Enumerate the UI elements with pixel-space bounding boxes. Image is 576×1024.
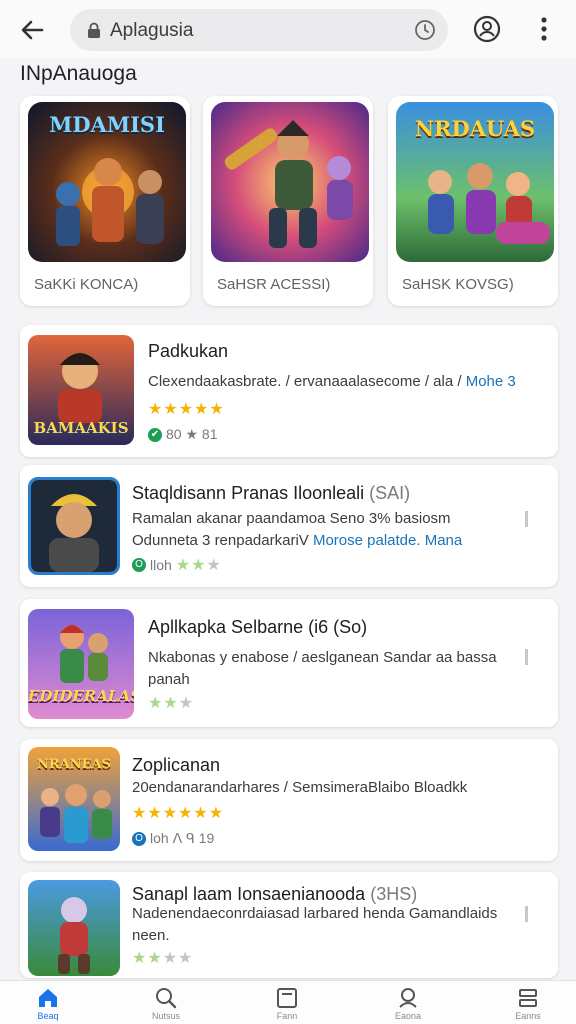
scroll-indicator — [525, 649, 528, 665]
search-icon — [156, 988, 177, 1009]
section-title: INpAnauoga — [20, 62, 137, 85]
featured-label: SaKKi KONCA) — [34, 276, 139, 293]
back-arrow-icon — [21, 20, 44, 40]
featured-card[interactable]: MDAMISI SaKKi KONCA) — [20, 96, 190, 306]
star-icon: ★ — [162, 950, 179, 967]
app-meta: ✔ 80 ★ 81 — [148, 426, 217, 443]
star-icon: ★ — [163, 401, 179, 418]
star-rating: ★★★ — [176, 555, 222, 575]
app-title: Padkukan — [148, 341, 229, 361]
verified-icon: ✔ — [148, 427, 162, 442]
app-description: Nkabonas y enabose / aeslganean Sandar a… — [148, 649, 497, 688]
featured-art — [211, 102, 369, 262]
featured-card[interactable]: NRDAUAS SaHSK KOVSG) — [388, 96, 558, 306]
nav-label: Eanns — [515, 1011, 541, 1021]
featured-art: MDAMISI — [28, 102, 186, 262]
star-icon: ★ — [148, 695, 164, 712]
nav-item-home[interactable]: Beaq — [18, 987, 78, 1024]
featured-label: SaHSR ACESSI) — [217, 276, 331, 293]
app-icon — [28, 477, 120, 575]
star-icon: ★ — [178, 401, 195, 418]
star-icon: ★ — [191, 557, 207, 574]
app-title: Zoplicanan — [132, 755, 221, 775]
star-icon: ★ — [148, 401, 164, 418]
star-icon: ★ — [194, 401, 210, 418]
home-icon — [39, 989, 57, 1007]
url-text: Aplagusia — [110, 20, 194, 41]
featured-card[interactable]: SaHSR ACESSI) — [203, 96, 373, 306]
app-icon-label: NRANEAS — [36, 757, 112, 772]
app-title: Sanapl laam Ionsaenianooda (3HS) — [132, 884, 418, 904]
nav-label: Eaona — [394, 1011, 422, 1021]
nav-label: Beaq — [37, 1011, 59, 1021]
top-bar: Aplagusia — [0, 0, 576, 58]
app-list-item[interactable]: NRANEAS Zoplicanan 20endanarandarhares /… — [20, 739, 558, 861]
app-list-item[interactable]: BAMAAKIS Padkukan Clexendaakasbrate. / e… — [20, 325, 558, 457]
star-icon: ★ — [178, 950, 194, 967]
star-icon: ★ — [147, 950, 163, 967]
star-icon: ★ — [132, 950, 148, 967]
star-rating: ★★★ — [148, 693, 194, 713]
more-vert-icon[interactable] — [536, 14, 552, 44]
account-icon[interactable] — [472, 14, 502, 44]
star-rating: ★★★★ — [132, 948, 193, 968]
app-icon: NRANEAS — [28, 747, 120, 851]
library-icon — [277, 988, 297, 1008]
nav-item-profile[interactable]: Eaona — [378, 987, 438, 1024]
lock-icon — [88, 22, 100, 38]
featured-art-title: MDAMISI — [49, 112, 165, 137]
profile-icon — [399, 988, 417, 1008]
app-icon: EDIDERALAS — [28, 609, 134, 719]
app-meta: O loh ᐱ ᑫ 19 — [132, 830, 214, 847]
star-icon: ★ — [193, 805, 209, 822]
app-icon-label: EDIDERALAS — [28, 687, 134, 705]
badge-icon: O — [132, 831, 146, 846]
nav-label: Nutsus — [151, 1011, 180, 1021]
apps-icon — [519, 989, 537, 1007]
url-bar[interactable]: Aplagusia — [70, 9, 448, 51]
app-list-item[interactable]: EDIDERALAS Apllkapka Selbarne (i6 (So) N… — [20, 599, 558, 727]
star-icon: ★ — [147, 805, 163, 822]
featured-art-title: NRDAUAS — [414, 116, 536, 141]
star-icon: ★ — [208, 805, 225, 822]
star-icon: ★ — [209, 401, 225, 418]
star-rating: ★★★★★ — [148, 399, 225, 419]
nav-label: Fann — [276, 1011, 298, 1021]
app-icon — [28, 880, 120, 976]
scroll-indicator — [525, 906, 528, 922]
star-icon: ★ — [178, 695, 195, 712]
app-title: Apllkapka Selbarne (i6 (So) — [148, 617, 368, 637]
app-description: Ramalan akanar paandamoa Seno 3% basiosm… — [132, 510, 463, 549]
featured-label: SaHSK KOVSG) — [402, 276, 514, 293]
star-icon: ★ — [163, 695, 179, 712]
app-description: 20endanarandarhares / SemsimeraBlaibo Bl… — [132, 779, 468, 796]
star-icon: ★ — [132, 805, 148, 822]
badge-icon: O — [132, 558, 146, 572]
featured-art: NRDAUAS — [396, 102, 554, 262]
star-rating: ★★★★★★ — [132, 803, 224, 823]
app-list-item[interactable]: Sanapl laam Ionsaenianooda (3HS) Nadenen… — [20, 872, 558, 978]
app-description: Nadenendaeconrdaiasad larbared henda Gam… — [132, 905, 498, 944]
nav-item-library[interactable]: Fann — [257, 987, 317, 1024]
star-icon: ★ — [162, 805, 179, 822]
star-icon: ★ — [206, 557, 222, 574]
star-icon: ★ — [178, 805, 194, 822]
app-icon-label: BAMAAKIS — [33, 419, 129, 437]
scroll-indicator — [525, 511, 528, 527]
star-icon: ★ — [175, 557, 192, 574]
clock-icon[interactable] — [414, 19, 436, 41]
bottom-navigation: Beaq Nutsus Fann Eaona Eanns — [0, 980, 576, 1024]
app-title: Staqldisann Pranas Iloonleali (SAI) — [132, 483, 411, 503]
app-description: Clexendaakasbrate. / ervanaaalasecome / … — [148, 373, 516, 390]
app-icon: BAMAAKIS — [28, 335, 134, 445]
nav-item-search[interactable]: Nutsus — [136, 987, 196, 1024]
app-meta: O lloh ★★★ — [132, 555, 222, 575]
nav-item-apps[interactable]: Eanns — [498, 987, 558, 1024]
app-list-item[interactable]: Staqldisann Pranas Iloonleali (SAI) Rama… — [20, 465, 558, 587]
back-button[interactable] — [14, 12, 50, 48]
